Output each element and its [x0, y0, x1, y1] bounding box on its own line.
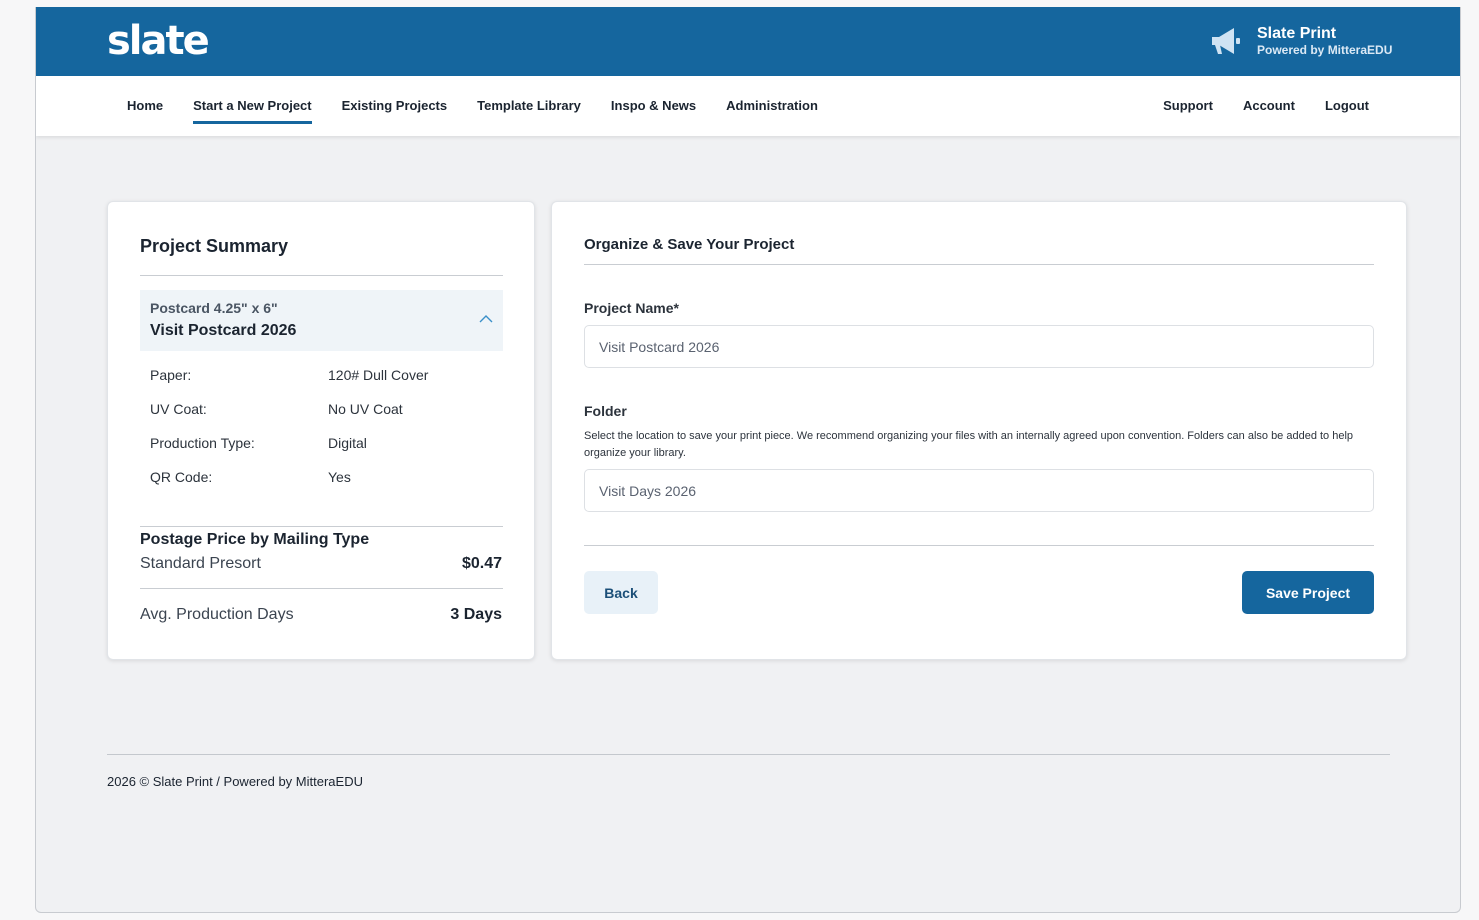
megaphone-icon	[1212, 28, 1240, 54]
nav-logout[interactable]: Logout	[1325, 76, 1369, 136]
product-size: Postcard 4.25" x 6"	[150, 300, 278, 316]
nav-left: Home Start a New Project Existing Projec…	[127, 76, 848, 136]
folder-label: Folder	[584, 403, 627, 419]
spec-label: Paper:	[150, 367, 192, 383]
nav-right: Support Account Logout	[1163, 76, 1369, 136]
folder-help-text: Select the location to save your print p…	[584, 430, 1354, 459]
form-title: Organize & Save Your Project	[584, 236, 795, 253]
spec-label: Production Type:	[150, 435, 255, 451]
postage-price: $0.47	[461, 555, 502, 572]
project-accordion-header[interactable]: Postcard 4.25" x 6" Visit Postcard 2026	[140, 290, 503, 351]
spec-value: Yes	[328, 469, 351, 485]
nav-support[interactable]: Support	[1163, 76, 1213, 136]
brand-text: Slate Print Powered by MitteraEDU	[1257, 25, 1392, 57]
folder-input[interactable]	[584, 469, 1374, 512]
production-days-label: Avg. Production Days	[140, 606, 294, 623]
top-header: slate Slate Print Powered by MitteraEDU	[36, 7, 1460, 76]
spec-value: No UV Coat	[328, 401, 403, 417]
spec-value: Digital	[328, 435, 367, 451]
brand-subtitle: Powered by MitteraEDU	[1257, 43, 1393, 57]
save-project-button[interactable]: Save Project	[1242, 571, 1374, 614]
production-days-value: 3 Days	[450, 606, 502, 623]
back-button[interactable]: Back	[584, 571, 658, 614]
nav-inspo-news[interactable]: Inspo & News	[611, 76, 696, 136]
project-name-label: Project Name*	[584, 300, 679, 316]
divider	[140, 588, 503, 589]
nav-administration[interactable]: Administration	[726, 76, 818, 136]
spec-label: UV Coat:	[150, 401, 207, 417]
divider	[140, 526, 503, 527]
nav-existing-projects[interactable]: Existing Projects	[342, 76, 447, 136]
nav-template-library[interactable]: Template Library	[477, 76, 581, 136]
spec-value: 120# Dull Cover	[328, 367, 429, 383]
brand-block: Slate Print Powered by MitteraEDU	[1209, 25, 1392, 57]
accordion-project-name: Visit Postcard 2026	[150, 322, 297, 339]
postage-title: Postage Price by Mailing Type	[140, 531, 370, 548]
summary-title: Project Summary	[140, 236, 289, 256]
project-summary-card: Project Summary Postcard 4.25" x 6" Visi…	[107, 201, 535, 660]
footer-divider	[107, 754, 1390, 755]
postage-type: Standard Presort	[140, 555, 261, 572]
spec-label: QR Code:	[150, 469, 213, 485]
footer-text: 2026 © Slate Print / Powered by MitteraE…	[107, 774, 363, 789]
divider	[584, 545, 1374, 546]
project-name-input[interactable]	[584, 325, 1374, 368]
nav-account[interactable]: Account	[1243, 76, 1295, 136]
brand-title: Slate Print	[1257, 25, 1337, 42]
nav-start-new-project[interactable]: Start a New Project	[193, 76, 312, 136]
app-window: slate Slate Print Powered by MitteraEDU …	[35, 7, 1461, 913]
nav-home[interactable]: Home	[127, 76, 163, 136]
divider	[584, 264, 1374, 265]
slate-logo[interactable]: slate	[107, 17, 210, 65]
main-nav: Home Start a New Project Existing Projec…	[36, 76, 1460, 136]
chevron-up-icon[interactable]	[479, 314, 493, 324]
divider	[140, 275, 503, 276]
save-project-card: Organize & Save Your Project Project Nam…	[551, 201, 1407, 660]
